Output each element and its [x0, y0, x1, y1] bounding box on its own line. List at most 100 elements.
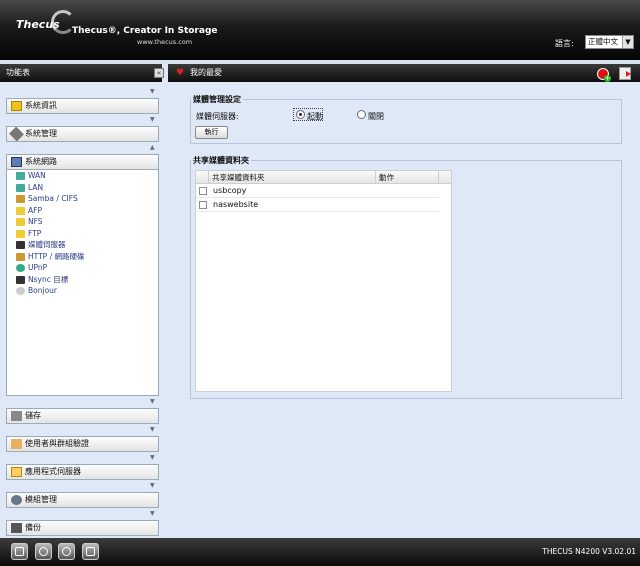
sidebar-section-app-server[interactable]: ▼ 應用程式伺服器 — [6, 454, 159, 480]
gear-icon — [39, 547, 48, 556]
sidebar-section-storage[interactable]: ▼ 儲存 — [6, 398, 159, 424]
sidebar-section-system-info[interactable]: ▼ 系統資訊 — [6, 88, 159, 114]
sidebar-item-ftp[interactable]: FTP — [7, 228, 158, 240]
logout-icon[interactable] — [619, 67, 631, 80]
footer-bar: THECUS N4200 V3.02.01 — [0, 538, 640, 566]
media-server-icon — [16, 241, 25, 249]
language-select[interactable]: 正體中文 ▼ — [585, 35, 634, 49]
settings-button[interactable] — [35, 543, 52, 560]
bonjour-icon — [16, 287, 25, 295]
sidebar-section-label: 系統資訊 — [25, 101, 57, 110]
sidebar-section-header[interactable]: 系統管理 — [6, 126, 159, 142]
language-label: 語言: — [555, 39, 574, 48]
sidebar-item-label: AFP — [28, 205, 42, 215]
sidebar-section-system-network[interactable]: ▲ 系統網路 WAN LAN Samba / CIFS AFP NFS FTP … — [6, 144, 159, 396]
media-settings-legend: 媒體管理設定 — [193, 95, 241, 104]
row-checkbox[interactable] — [199, 187, 207, 195]
http-icon — [16, 252, 25, 261]
top-header: Thecus Thecus®, Creator In Storage www.t… — [0, 0, 640, 60]
collapse-sidebar-button[interactable]: « — [154, 68, 164, 78]
sidebar-item-upnp[interactable]: UPnP — [7, 262, 158, 274]
version-label: THECUS N4200 V3.02.01 — [542, 547, 636, 556]
network-icon — [11, 157, 22, 167]
chevron-down-icon[interactable]: ▼ — [150, 482, 157, 489]
media-settings-group: 媒體管理設定 — [190, 94, 622, 144]
media-enable-label[interactable]: 起動 — [307, 111, 323, 122]
sidebar-item-media-server[interactable]: 媒體伺服器 — [7, 239, 158, 251]
nfs-icon — [16, 218, 25, 226]
site-url[interactable]: www.thecus.com — [137, 38, 192, 46]
sidebar-section-label: 儲存 — [25, 411, 41, 420]
media-disable-radio[interactable] — [357, 110, 366, 119]
lan-icon — [16, 183, 25, 192]
network-submenu: WAN LAN Samba / CIFS AFP NFS FTP 媒體伺服器 H… — [6, 170, 159, 396]
sidebar-section-header[interactable]: 儲存 — [6, 408, 159, 424]
network-button[interactable] — [82, 543, 99, 560]
sidebar-section-header[interactable]: 使用者與群組驗證 — [6, 436, 159, 452]
sidebar-section-label: 備份 — [25, 523, 41, 532]
chevron-down-icon[interactable]: ▼ — [150, 116, 157, 123]
sidebar-section-header[interactable]: 系統網路 — [6, 154, 159, 170]
chevron-down-icon[interactable]: ▼ — [150, 426, 157, 433]
chevron-down-icon[interactable]: ▼ — [622, 36, 633, 48]
users-icon — [11, 439, 22, 449]
ftp-icon — [16, 229, 25, 238]
sidebar-section-backup[interactable]: ▼ 備份 — [6, 510, 159, 536]
sidebar-section-header[interactable]: 應用程式伺服器 — [6, 464, 159, 480]
chevron-down-icon[interactable]: ▼ — [150, 454, 157, 461]
shared-folders-legend: 共享媒體資料夾 — [193, 156, 249, 165]
sidebar: 功能表 « ▼ 系統資訊 ▼ 系統管理 ▲ 系統網路 WAN LAN Samba… — [0, 64, 168, 538]
sidebar-item-bonjour[interactable]: Bonjour — [7, 285, 158, 297]
sidebar-item-label: NFS — [28, 217, 43, 226]
sidebar-item-label: Bonjour — [28, 286, 57, 295]
apply-button[interactable]: 執行 — [195, 126, 228, 139]
media-enable-radio[interactable] — [296, 110, 305, 119]
folder-column-header[interactable]: 共享媒體資料夾 — [209, 171, 376, 184]
upnp-icon — [16, 264, 25, 272]
sidebar-item-afp[interactable]: AFP — [7, 205, 158, 217]
action-column-header[interactable]: 動作 — [376, 171, 439, 184]
sidebar-section-users-groups[interactable]: ▼ 使用者與群組驗證 — [6, 426, 159, 452]
sidebar-item-samba[interactable]: Samba / CIFS — [7, 193, 158, 205]
fan-icon — [62, 547, 71, 556]
app-server-icon — [11, 467, 22, 477]
storage-icon — [11, 411, 22, 421]
chevron-down-icon[interactable]: ▼ — [150, 510, 157, 517]
info-icon — [11, 101, 22, 111]
row-checkbox[interactable] — [199, 201, 207, 209]
fan-button[interactable] — [58, 543, 75, 560]
sidebar-section-modules[interactable]: ▼ 模組管理 — [6, 482, 159, 508]
checkbox-column-header — [196, 171, 209, 184]
modules-icon — [11, 495, 22, 505]
sidebar-item-lan[interactable]: LAN — [7, 182, 158, 194]
chevron-down-icon[interactable]: ▼ — [150, 88, 157, 95]
wan-icon — [16, 172, 25, 180]
sidebar-item-label: FTP — [28, 228, 42, 238]
plus-icon: + — [604, 74, 611, 82]
sidebar-section-header[interactable]: 備份 — [6, 520, 159, 536]
tools-icon — [9, 126, 24, 142]
sidebar-item-nfs[interactable]: NFS — [7, 216, 158, 228]
sidebar-title: 功能表 — [0, 64, 162, 82]
add-favorite-icon[interactable]: + — [597, 68, 611, 82]
list-view-button[interactable] — [11, 543, 28, 560]
table-header: 共享媒體資料夾 動作 — [196, 171, 451, 184]
list-icon — [15, 547, 24, 556]
table-row[interactable]: naswebsite — [196, 198, 439, 212]
language-value: 正體中文 — [588, 37, 618, 46]
sidebar-item-wan[interactable]: WAN — [7, 170, 158, 182]
sidebar-item-http[interactable]: HTTP / 網路硬碟 — [7, 251, 158, 263]
network-tree-icon — [86, 547, 95, 556]
chevron-up-icon[interactable]: ▲ — [150, 144, 157, 151]
sidebar-section-header[interactable]: 模組管理 — [6, 492, 159, 508]
sidebar-section-label: 應用程式伺服器 — [25, 467, 81, 476]
chevron-down-icon[interactable]: ▼ — [150, 398, 157, 405]
sidebar-section-system-admin[interactable]: ▼ 系統管理 — [6, 116, 159, 142]
sidebar-section-header[interactable]: 系統資訊 — [6, 98, 159, 114]
afp-icon — [16, 206, 25, 215]
table-row[interactable]: usbcopy — [196, 184, 439, 198]
sidebar-item-label: WAN — [28, 171, 46, 180]
sidebar-item-nsync[interactable]: Nsync 目標 — [7, 274, 158, 286]
media-disable-label[interactable]: 關閉 — [368, 111, 384, 122]
sidebar-item-label: HTTP / 網路硬碟 — [28, 251, 85, 261]
